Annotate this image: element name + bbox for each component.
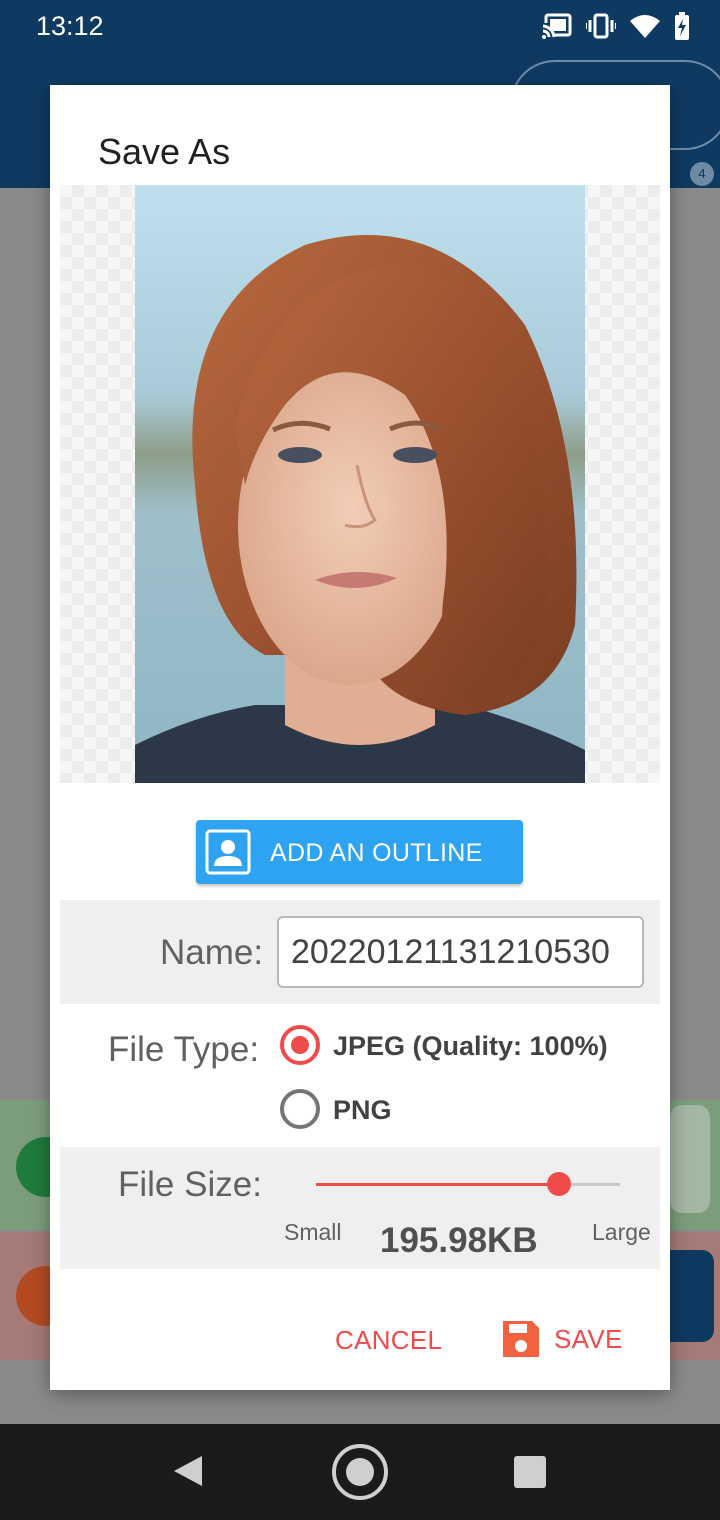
wifi-icon bbox=[630, 15, 660, 38]
recents-icon[interactable] bbox=[514, 1456, 546, 1488]
file-size-value: 195.98KB bbox=[380, 1221, 538, 1260]
file-size-row: File Size: Small 195.98KB Large bbox=[60, 1147, 660, 1269]
cast-icon bbox=[542, 13, 572, 39]
floppy-disk-icon bbox=[503, 1321, 539, 1357]
slider-max-label: Large bbox=[592, 1219, 651, 1245]
add-outline-button[interactable]: ADD AN OUTLINE bbox=[196, 820, 523, 884]
home-icon[interactable] bbox=[332, 1444, 388, 1500]
cancel-button[interactable]: CANCEL bbox=[335, 1325, 442, 1356]
portrait-icon bbox=[205, 829, 251, 875]
status-icons bbox=[542, 12, 690, 40]
portrait-photo bbox=[135, 185, 585, 783]
file-name-input[interactable] bbox=[277, 916, 644, 988]
jpeg-option-label[interactable]: JPEG (Quality: 100%) bbox=[333, 1031, 608, 1062]
name-row: Name: bbox=[60, 900, 660, 1004]
file-type-label: File Type: bbox=[108, 1030, 260, 1069]
file-size-slider[interactable] bbox=[316, 1172, 620, 1196]
slider-min-label: Small bbox=[284, 1219, 342, 1245]
save-button[interactable]: SAVE bbox=[500, 1317, 623, 1361]
background-side-panel bbox=[670, 1105, 710, 1213]
name-label: Name: bbox=[160, 933, 264, 972]
add-outline-label: ADD AN OUTLINE bbox=[270, 839, 483, 867]
save-label: SAVE bbox=[554, 1323, 623, 1354]
status-bar: 13:12 bbox=[0, 0, 720, 52]
status-time: 13:12 bbox=[36, 11, 104, 41]
back-icon[interactable] bbox=[172, 1454, 204, 1488]
battery-charging-icon bbox=[675, 12, 689, 40]
vibrate-icon bbox=[586, 13, 616, 39]
png-option-label[interactable]: PNG bbox=[333, 1095, 392, 1126]
background-badge: 4 bbox=[690, 162, 714, 186]
slider-thumb[interactable] bbox=[547, 1172, 572, 1196]
navigation-bar bbox=[0, 1424, 720, 1520]
jpeg-radio[interactable] bbox=[280, 1025, 320, 1065]
dialog-title: Save As bbox=[98, 131, 231, 172]
png-radio[interactable] bbox=[280, 1089, 320, 1129]
image-preview-area bbox=[60, 185, 660, 783]
save-as-dialog: Save As ADD AN OUTLINE Name: 20220121131… bbox=[50, 85, 670, 1390]
file-size-label: File Size: bbox=[118, 1165, 262, 1204]
slider-fill bbox=[316, 1183, 560, 1186]
